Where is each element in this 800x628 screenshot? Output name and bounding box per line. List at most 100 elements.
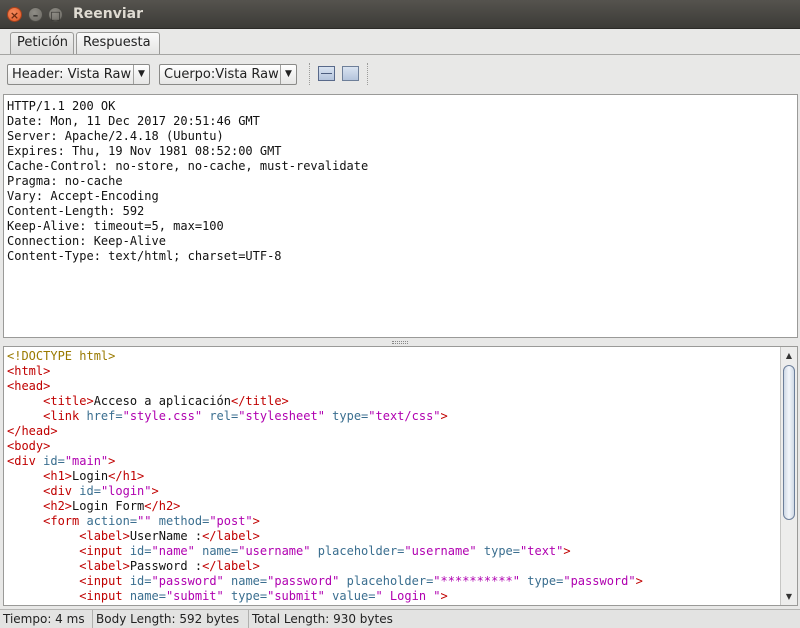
body-line: <html> bbox=[7, 364, 50, 378]
code-token: Password : bbox=[129, 559, 203, 573]
code-token: action= bbox=[86, 514, 138, 528]
code-token: id= bbox=[43, 454, 65, 468]
code-token: "text" bbox=[520, 544, 564, 558]
status-body-length: Body Length: 592 bytes bbox=[92, 610, 242, 628]
code-token: "post" bbox=[209, 514, 253, 528]
code-token: <h1> bbox=[43, 469, 73, 483]
response-body-panel[interactable]: <!DOCTYPE html> <html> <head> <title>Acc… bbox=[3, 346, 798, 606]
code-token: placeholder= bbox=[339, 574, 434, 588]
header-line: Date: Mon, 11 Dec 2017 20:51:46 GMT bbox=[7, 114, 260, 128]
code-token: </h2> bbox=[144, 499, 181, 513]
code-token: > bbox=[635, 574, 643, 588]
header-line: Keep-Alive: timeout=5, max=100 bbox=[7, 219, 224, 233]
code-token: "username" bbox=[404, 544, 477, 558]
header-line: Server: Apache/2.4.18 (Ubuntu) bbox=[7, 129, 224, 143]
tab-peticion[interactable]: Petición bbox=[10, 32, 74, 54]
body-line: <title>Acceso a aplicación</title> bbox=[7, 394, 289, 408]
code-token: name= bbox=[194, 544, 239, 558]
header-line: Expires: Thu, 19 Nov 1981 08:52:00 GMT bbox=[7, 144, 282, 158]
code-token: Login bbox=[72, 469, 109, 483]
code-token: <div bbox=[7, 454, 44, 468]
code-token: <title> bbox=[43, 394, 94, 408]
body-line: <h2>Login Form</h2> bbox=[7, 499, 180, 513]
code-token: "username" bbox=[238, 544, 311, 558]
code-token: <input bbox=[79, 574, 130, 588]
body-line: <body> bbox=[7, 439, 50, 453]
window-titlebar: × – □ Reenviar bbox=[0, 0, 800, 29]
status-time: Tiempo: 4 ms bbox=[3, 612, 85, 626]
code-token: <head> bbox=[7, 379, 51, 393]
minimize-window-button[interactable]: – bbox=[28, 7, 43, 22]
code-token: <div bbox=[43, 484, 80, 498]
tab-bar: Petición Respuesta bbox=[0, 29, 800, 56]
code-token: value= bbox=[324, 589, 376, 603]
body-view-select-value: Cuerpo:Vista Raw bbox=[164, 67, 279, 82]
code-token: <link bbox=[43, 409, 87, 423]
maximize-window-button[interactable]: □ bbox=[48, 7, 63, 22]
scroll-down-icon[interactable]: ▼ bbox=[781, 588, 797, 605]
header-line: Cache-Control: no-store, no-cache, must-… bbox=[7, 159, 369, 173]
response-headers-text: HTTP/1.1 200 OK Date: Mon, 11 Dec 2017 2… bbox=[7, 99, 368, 264]
code-token: name= bbox=[223, 574, 268, 588]
chevron-down-icon: ▼ bbox=[280, 65, 296, 84]
code-token: > bbox=[108, 454, 116, 468]
code-token: > bbox=[563, 544, 571, 558]
scroll-up-icon[interactable]: ▲ bbox=[781, 347, 797, 364]
code-token: "submit" bbox=[267, 589, 325, 603]
code-token: <input bbox=[79, 589, 130, 603]
body-line: <label>UserName :</label> bbox=[7, 529, 260, 543]
code-token: method= bbox=[151, 514, 210, 528]
code-token: "main" bbox=[64, 454, 109, 468]
layout-split-horizontal-icon[interactable] bbox=[342, 66, 359, 81]
code-token: </title> bbox=[230, 394, 289, 408]
layout-split-vertical-icon[interactable] bbox=[318, 66, 335, 81]
code-token: <label> bbox=[79, 559, 130, 573]
vertical-scrollbar[interactable]: ▲ ▼ bbox=[780, 347, 797, 605]
close-window-button[interactable]: × bbox=[7, 7, 22, 22]
body-view-select[interactable]: Cuerpo:Vista Raw ▼ bbox=[159, 64, 297, 85]
response-headers-panel[interactable]: HTTP/1.1 200 OK Date: Mon, 11 Dec 2017 2… bbox=[3, 94, 798, 338]
status-total-length: Total Length: 930 bytes bbox=[248, 610, 396, 628]
toolbar-separator bbox=[367, 63, 368, 85]
header-view-select[interactable]: Header: Vista Raw ▼ bbox=[7, 64, 150, 85]
status-bar: Tiempo: 4 ms Body Length: 592 bytes Tota… bbox=[0, 609, 800, 628]
toolbar: Header: Vista Raw ▼ Cuerpo:Vista Raw ▼ bbox=[0, 56, 800, 93]
body-line: <input id="password" name="password" pla… bbox=[7, 574, 643, 588]
response-body-text: <!DOCTYPE html> <html> <head> <title>Acc… bbox=[7, 349, 643, 604]
code-token: id= bbox=[129, 544, 152, 558]
tab-respuesta[interactable]: Respuesta bbox=[76, 32, 160, 54]
code-token: id= bbox=[79, 484, 101, 498]
code-token: "style.css" bbox=[122, 409, 203, 423]
code-token: rel= bbox=[202, 409, 239, 423]
code-token: <body> bbox=[7, 439, 51, 453]
code-token: </head> bbox=[7, 424, 58, 438]
splitter-grip-icon[interactable] bbox=[392, 341, 408, 344]
code-token: "password" bbox=[563, 574, 636, 588]
code-token: <!DOCTYPE html> bbox=[7, 349, 116, 363]
body-line: <div id="main"> bbox=[7, 454, 115, 468]
header-line: Content-Type: text/html; charset=UTF-8 bbox=[7, 249, 282, 263]
code-token: type= bbox=[476, 544, 521, 558]
code-token: "name" bbox=[151, 544, 195, 558]
code-token: </h1> bbox=[108, 469, 145, 483]
chevron-down-icon: ▼ bbox=[133, 65, 149, 84]
body-line: <link href="style.css" rel="stylesheet" … bbox=[7, 409, 448, 423]
header-view-select-value: Header: Vista Raw bbox=[12, 67, 132, 82]
scrollbar-thumb[interactable] bbox=[783, 365, 795, 520]
code-token: Acceso a aplicación bbox=[93, 394, 231, 408]
code-token: <form bbox=[43, 514, 87, 528]
body-line: <input id="name" name="username" placeho… bbox=[7, 544, 571, 558]
panel-splitter[interactable] bbox=[0, 339, 800, 346]
code-token: href= bbox=[86, 409, 123, 423]
code-token: "text/css" bbox=[368, 409, 441, 423]
code-token: UserName : bbox=[129, 529, 203, 543]
body-line: <div id="login"> bbox=[7, 484, 159, 498]
tab-divider bbox=[0, 54, 800, 55]
window-title: Reenviar bbox=[73, 6, 144, 22]
header-line: Vary: Accept-Encoding bbox=[7, 189, 159, 203]
